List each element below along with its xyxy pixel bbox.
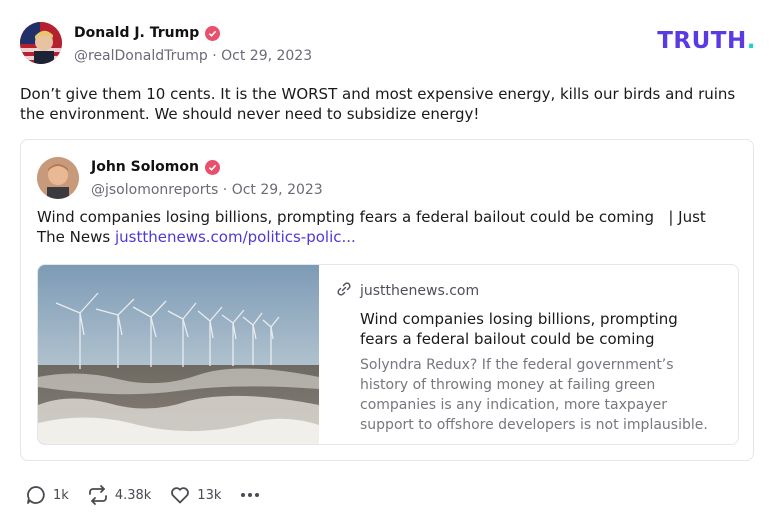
- author-name[interactable]: Donald J. Trump: [74, 23, 221, 43]
- quoted-post[interactable]: John Solomon @jsolomonreports · Oct 29, …: [20, 139, 754, 461]
- link-preview-card[interactable]: justthenews.com Wind companies losing bi…: [37, 264, 739, 445]
- card-domain: justthenews.com: [360, 283, 480, 299]
- card-domain-row: justthenews.com: [336, 281, 716, 301]
- reply-button[interactable]: 1k: [25, 484, 69, 506]
- retruth-count: 4.38k: [114, 487, 152, 503]
- quoted-author-name[interactable]: John Solomon: [91, 157, 220, 177]
- reply-icon: [25, 484, 47, 506]
- like-count: 13k: [197, 487, 222, 503]
- logo-text: TRUTH: [657, 28, 747, 54]
- post-text: Don’t give them 10 cents. It is the WORS…: [20, 85, 736, 123]
- author-info: Donald J. Trump @realDonaldTrump · Oct 2…: [74, 22, 312, 67]
- quoted-avatar[interactable]: [37, 157, 79, 199]
- retruth-icon: [87, 484, 109, 506]
- author-meta: @realDonaldTrump · Oct 29, 2023: [74, 45, 312, 67]
- more-icon: [239, 484, 261, 506]
- more-button[interactable]: [239, 484, 261, 506]
- post: Donald J. Trump @realDonaldTrump · Oct 2…: [20, 20, 756, 124]
- card-body: justthenews.com Wind companies losing bi…: [336, 281, 716, 435]
- card-description: Solyndra Redux? If the federal governmen…: [360, 357, 708, 433]
- quoted-author-info: John Solomon @jsolomonreports · Oct 29, …: [91, 156, 323, 201]
- post-header: Donald J. Trump @realDonaldTrump · Oct 2…: [20, 20, 756, 66]
- logo-dot: .: [746, 28, 756, 54]
- quoted-text: Wind companies losing billions, promptin…: [37, 207, 737, 247]
- link-icon: [336, 281, 352, 301]
- like-button[interactable]: 13k: [169, 484, 221, 506]
- card-title: Wind companies losing billions, promptin…: [360, 310, 678, 348]
- quoted-display-name[interactable]: John Solomon: [91, 157, 199, 177]
- quoted-date[interactable]: Oct 29, 2023: [232, 182, 323, 198]
- verified-badge-icon: [205, 25, 221, 41]
- heart-icon: [169, 484, 191, 506]
- quoted-header: John Solomon @jsolomonreports · Oct 29, …: [37, 156, 737, 200]
- author-handle[interactable]: @realDonaldTrump: [74, 48, 208, 64]
- meta-separator: ·: [212, 48, 217, 64]
- truth-logo: TRUTH.: [657, 28, 756, 54]
- meta-separator: ·: [222, 182, 228, 198]
- action-bar: 1k 4.38k 13k: [25, 482, 261, 508]
- reply-count: 1k: [53, 487, 69, 503]
- quoted-handle[interactable]: @jsolomonreports: [91, 182, 218, 198]
- quoted-link[interactable]: justthenews.com/politics-polic...: [115, 228, 356, 246]
- retruth-button[interactable]: 4.38k: [87, 484, 151, 506]
- verified-badge-icon: [204, 159, 220, 175]
- card-image: [38, 265, 319, 444]
- author-display-name[interactable]: Donald J. Trump: [74, 23, 199, 43]
- post-date[interactable]: Oct 29, 2023: [221, 48, 312, 64]
- avatar[interactable]: [20, 22, 62, 64]
- quoted-author-meta: @jsolomonreports · Oct 29, 2023: [91, 179, 323, 201]
